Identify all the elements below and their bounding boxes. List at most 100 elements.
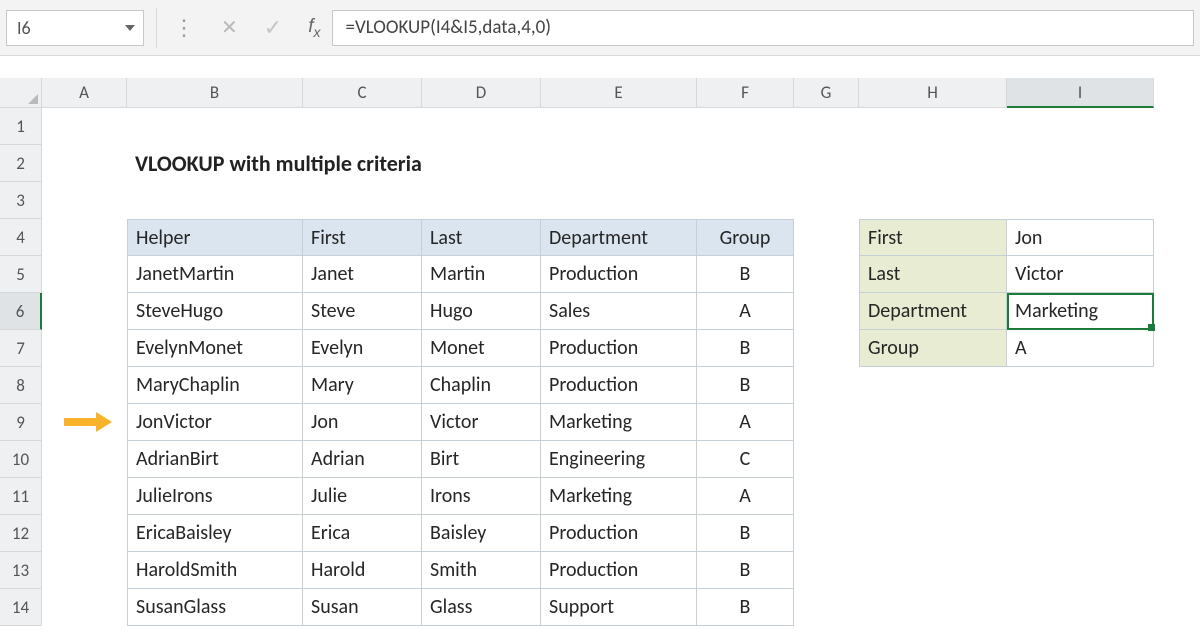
row-header-7[interactable]: 7 bbox=[0, 330, 42, 367]
table-cell[interactable]: A bbox=[697, 293, 794, 330]
table-cell[interactable]: JulieIrons bbox=[127, 478, 303, 515]
table-cell[interactable]: Jon bbox=[303, 404, 422, 441]
table-cell[interactable]: Monet bbox=[422, 330, 541, 367]
table-cell[interactable]: Hugo bbox=[422, 293, 541, 330]
table-cell[interactable]: Susan bbox=[303, 589, 422, 626]
table-cell[interactable]: EvelynMonet bbox=[127, 330, 303, 367]
row-header-5[interactable]: 5 bbox=[0, 256, 42, 293]
lookup-label[interactable]: Group bbox=[859, 330, 1007, 367]
table-cell[interactable]: A bbox=[697, 404, 794, 441]
table-cell[interactable]: B bbox=[697, 552, 794, 589]
row-header-1[interactable]: 1 bbox=[0, 108, 42, 145]
col-header-I[interactable]: I bbox=[1007, 78, 1154, 108]
table-cell[interactable]: HaroldSmith bbox=[127, 552, 303, 589]
table-header[interactable]: First bbox=[303, 219, 422, 256]
lookup-value[interactable]: Victor bbox=[1007, 256, 1154, 293]
lookup-label[interactable]: Department bbox=[859, 293, 1007, 330]
table-cell[interactable]: Janet bbox=[303, 256, 422, 293]
table-cell[interactable]: JonVictor bbox=[127, 404, 303, 441]
row-header-column: 1 2 3 4 5 6 7 8 9 10 11 12 13 14 bbox=[0, 108, 42, 626]
table-cell[interactable]: Marketing bbox=[541, 404, 697, 441]
table-cell[interactable]: Irons bbox=[422, 478, 541, 515]
row-header-12[interactable]: 12 bbox=[0, 515, 42, 552]
fx-icon[interactable]: fx bbox=[308, 16, 320, 40]
lookup-label[interactable]: Last bbox=[859, 256, 1007, 293]
table-cell[interactable]: Victor bbox=[422, 404, 541, 441]
table-cell[interactable]: Marketing bbox=[541, 478, 697, 515]
table-cell[interactable]: B bbox=[697, 256, 794, 293]
table-cell[interactable]: Chaplin bbox=[422, 367, 541, 404]
table-cell[interactable]: Engineering bbox=[541, 441, 697, 478]
table-cell[interactable]: A bbox=[697, 478, 794, 515]
table-cell[interactable]: B bbox=[697, 515, 794, 552]
separator bbox=[156, 8, 157, 48]
name-box[interactable]: I6 bbox=[6, 10, 144, 46]
table-cell[interactable]: Smith bbox=[422, 552, 541, 589]
lookup-label[interactable]: First bbox=[859, 219, 1007, 256]
select-all-corner[interactable] bbox=[0, 78, 42, 108]
row-header-3[interactable]: 3 bbox=[0, 182, 42, 219]
col-header-G[interactable]: G bbox=[794, 78, 859, 108]
col-header-C[interactable]: C bbox=[303, 78, 422, 108]
row-header-13[interactable]: 13 bbox=[0, 552, 42, 589]
formula-input[interactable]: =VLOOKUP(I4&I5,data,4,0) bbox=[332, 10, 1194, 46]
table-cell[interactable]: Harold bbox=[303, 552, 422, 589]
table-cell[interactable]: Birt bbox=[422, 441, 541, 478]
column-header-row: A B C D E F G H I bbox=[0, 78, 1200, 108]
table-cell[interactable]: Production bbox=[541, 515, 697, 552]
table-cell[interactable]: Production bbox=[541, 552, 697, 589]
col-header-E[interactable]: E bbox=[541, 78, 697, 108]
table-header[interactable]: Last bbox=[422, 219, 541, 256]
table-cell[interactable]: Glass bbox=[422, 589, 541, 626]
page-title: VLOOKUP with multiple criteria bbox=[127, 145, 303, 182]
table-cell[interactable]: SteveHugo bbox=[127, 293, 303, 330]
table-cell[interactable]: Baisley bbox=[422, 515, 541, 552]
table-cell[interactable]: Erica bbox=[303, 515, 422, 552]
table-cell[interactable]: Evelyn bbox=[303, 330, 422, 367]
row-header-6[interactable]: 6 bbox=[0, 293, 42, 330]
row-header-9[interactable]: 9 bbox=[0, 404, 42, 441]
row-header-8[interactable]: 8 bbox=[0, 367, 42, 404]
row-header-2[interactable]: 2 bbox=[0, 145, 42, 182]
row-header-10[interactable]: 10 bbox=[0, 441, 42, 478]
col-header-A[interactable]: A bbox=[42, 78, 127, 108]
lookup-value[interactable]: Jon bbox=[1007, 219, 1154, 256]
table-cell[interactable]: SusanGlass bbox=[127, 589, 303, 626]
spreadsheet-grid[interactable]: A B C D E F G H I 1 2 3 4 5 6 7 8 9 10 1… bbox=[0, 78, 1200, 108]
table-cell[interactable]: MaryChaplin bbox=[127, 367, 303, 404]
table-cell[interactable]: AdrianBirt bbox=[127, 441, 303, 478]
table-cell[interactable]: Julie bbox=[303, 478, 422, 515]
table-cell[interactable]: C bbox=[697, 441, 794, 478]
lookup-value-active[interactable]: Marketing bbox=[1007, 293, 1154, 330]
table-header[interactable]: Department bbox=[541, 219, 697, 256]
table-cell[interactable]: B bbox=[697, 589, 794, 626]
table-cell[interactable]: EricaBaisley bbox=[127, 515, 303, 552]
col-header-D[interactable]: D bbox=[422, 78, 541, 108]
row-header-14[interactable]: 14 bbox=[0, 589, 42, 626]
table-cell[interactable]: JanetMartin bbox=[127, 256, 303, 293]
lookup-value[interactable]: A bbox=[1007, 330, 1154, 367]
table-cell[interactable]: Production bbox=[541, 256, 697, 293]
table-cell[interactable]: B bbox=[697, 367, 794, 404]
name-box-value: I6 bbox=[17, 17, 31, 39]
cancel-icon[interactable]: ✕ bbox=[221, 15, 238, 40]
table-cell[interactable]: Production bbox=[541, 367, 697, 404]
table-cell[interactable]: Steve bbox=[303, 293, 422, 330]
cells-area: VLOOKUP with multiple criteria Helper Fi… bbox=[42, 108, 1154, 626]
table-cell[interactable]: Support bbox=[541, 589, 697, 626]
table-cell[interactable]: Mary bbox=[303, 367, 422, 404]
table-cell[interactable]: B bbox=[697, 330, 794, 367]
table-header[interactable]: Helper bbox=[127, 219, 303, 256]
row-header-4[interactable]: 4 bbox=[0, 219, 42, 256]
col-header-B[interactable]: B bbox=[127, 78, 303, 108]
col-header-F[interactable]: F bbox=[697, 78, 794, 108]
table-cell[interactable]: Production bbox=[541, 330, 697, 367]
enter-icon[interactable]: ✓ bbox=[264, 14, 282, 41]
table-cell[interactable]: Adrian bbox=[303, 441, 422, 478]
row-header-11[interactable]: 11 bbox=[0, 478, 42, 515]
table-header[interactable]: Group bbox=[697, 219, 794, 256]
col-header-H[interactable]: H bbox=[859, 78, 1007, 108]
table-cell[interactable]: Sales bbox=[541, 293, 697, 330]
chevron-down-icon[interactable] bbox=[125, 25, 135, 31]
table-cell[interactable]: Martin bbox=[422, 256, 541, 293]
